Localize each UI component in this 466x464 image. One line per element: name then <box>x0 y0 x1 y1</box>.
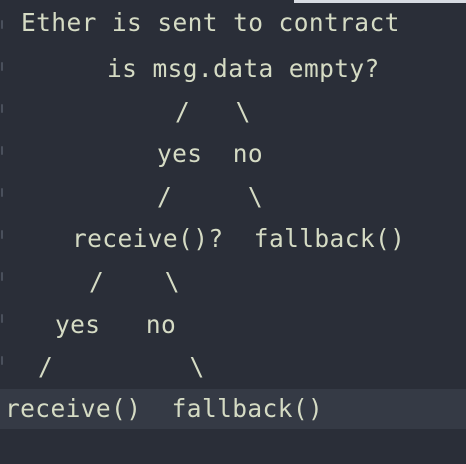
code-editor[interactable]: Ether is sent to contract is msg.data em… <box>0 0 466 464</box>
gutter-tick <box>1 62 3 71</box>
code-line-2[interactable]: is msg.data empty? <box>107 52 380 86</box>
gutter-tick <box>1 272 3 281</box>
code-line-1[interactable]: Ether is sent to contract <box>21 6 400 40</box>
code-line-10[interactable]: receive() fallback() <box>5 392 323 426</box>
code-line-6[interactable]: receive()? fallback() <box>72 222 405 256</box>
window-top-edge <box>294 0 466 3</box>
gutter-tick <box>1 230 3 239</box>
gutter-tick <box>1 20 3 29</box>
gutter-tick <box>1 104 3 113</box>
code-line-9[interactable]: / \ <box>38 350 205 384</box>
code-line-7[interactable]: / \ <box>89 265 180 299</box>
gutter-tick <box>1 314 3 323</box>
code-line-5[interactable]: / \ <box>157 180 263 214</box>
gutter-tick <box>1 356 3 365</box>
gutter-tick <box>1 188 3 197</box>
code-line-4[interactable]: yes no <box>157 137 263 171</box>
code-line-8[interactable]: yes no <box>55 308 176 342</box>
gutter-tick <box>1 146 3 155</box>
code-line-3[interactable]: / \ <box>175 95 251 129</box>
